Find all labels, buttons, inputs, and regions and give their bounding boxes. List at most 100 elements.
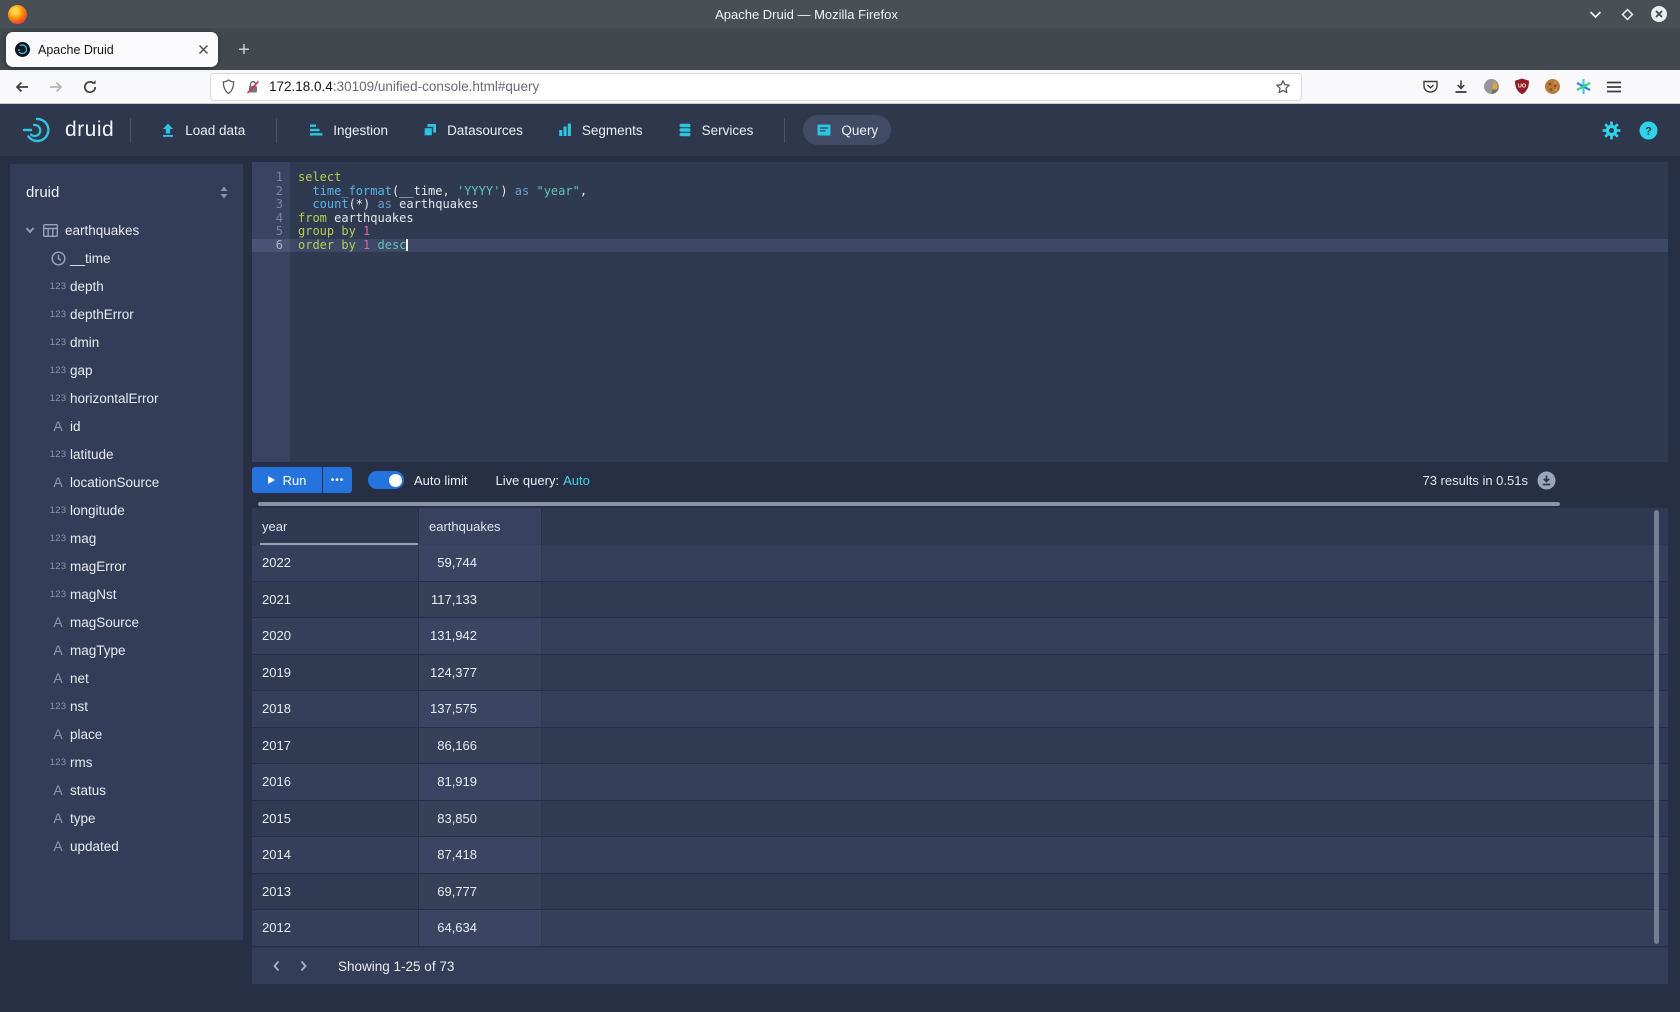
column-item-id[interactable]: Aid — [10, 412, 243, 440]
column-header-year[interactable]: year — [252, 508, 419, 545]
string-type-icon: A — [46, 810, 70, 826]
sql-editor[interactable]: 1select2 time_format(__time, 'YYYY') as … — [252, 162, 1668, 462]
table-cell-year[interactable]: 2016 — [252, 764, 419, 800]
nav-item-query[interactable]: Query — [803, 115, 891, 145]
tracking-protection-icon[interactable] — [221, 79, 236, 95]
column-item-depthError[interactable]: 123depthError — [10, 300, 243, 328]
browser-tab[interactable]: Apache Druid — [6, 32, 218, 67]
settings-gear-icon[interactable] — [1602, 121, 1621, 140]
menu-hamburger-icon[interactable] — [1606, 80, 1622, 94]
column-item-longitude[interactable]: 123longitude — [10, 496, 243, 524]
column-item-net[interactable]: Anet — [10, 664, 243, 692]
live-query-value[interactable]: Auto — [563, 473, 590, 488]
column-item-updated[interactable]: Aupdated — [10, 832, 243, 860]
window-close-icon[interactable] — [1650, 5, 1668, 23]
column-item-magSource[interactable]: AmagSource — [10, 608, 243, 636]
table-cell-earthquakes[interactable]: 83,850 — [419, 801, 542, 837]
druid-logo[interactable]: druid — [20, 115, 114, 145]
column-item-rms[interactable]: 123rms — [10, 748, 243, 776]
table-cell-year[interactable]: 2012 — [252, 910, 419, 946]
forward-button-icon[interactable] — [48, 79, 64, 95]
column-name: id — [70, 419, 81, 434]
table-cell-earthquakes[interactable]: 117,133 — [419, 582, 542, 618]
new-tab-button[interactable]: + — [228, 34, 260, 66]
table-cell-year[interactable]: 2015 — [252, 801, 419, 837]
nav-item-label: Ingestion — [333, 123, 388, 138]
column-item-mag[interactable]: 123mag — [10, 524, 243, 552]
privacy-badger-icon[interactable] — [1483, 78, 1500, 95]
pocket-icon[interactable] — [1422, 79, 1439, 95]
window-minimize-icon[interactable] — [1586, 5, 1604, 23]
table-cell-year[interactable]: 2014 — [252, 837, 419, 873]
table-cell-year[interactable]: 2019 — [252, 655, 419, 691]
window-maximize-icon[interactable] — [1618, 5, 1636, 23]
column-item-depth[interactable]: 123depth — [10, 272, 243, 300]
table-cell-earthquakes[interactable]: 137,575 — [419, 691, 542, 727]
table-cell-earthquakes[interactable]: 124,377 — [419, 655, 542, 691]
sort-double-caret-icon[interactable] — [217, 185, 231, 200]
column-item-__time[interactable]: __time — [10, 244, 243, 272]
table-cell-earthquakes[interactable]: 69,777 — [419, 874, 542, 910]
string-type-icon: A — [46, 782, 70, 798]
cookie-extension-icon[interactable] — [1544, 78, 1561, 95]
back-button-icon[interactable] — [14, 79, 30, 95]
table-cell-earthquakes[interactable]: 86,166 — [419, 728, 542, 764]
table-cell-year[interactable]: 2013 — [252, 874, 419, 910]
previous-page-icon[interactable] — [264, 953, 290, 979]
column-item-horizontalError[interactable]: 123horizontalError — [10, 384, 243, 412]
help-icon[interactable]: ? — [1639, 121, 1658, 140]
nav-item-load-data[interactable]: Load data — [147, 115, 258, 145]
column-item-gap[interactable]: 123gap — [10, 356, 243, 384]
nav-item-ingestion[interactable]: Ingestion — [295, 115, 401, 145]
column-item-dmin[interactable]: 123dmin — [10, 328, 243, 356]
nav-item-services[interactable]: Services — [664, 115, 767, 145]
table-cell-earthquakes[interactable]: 87,418 — [419, 837, 542, 873]
nav-item-datasources[interactable]: Datasources — [409, 115, 536, 145]
results-horizontal-scrollbar[interactable] — [252, 501, 1668, 508]
column-item-status[interactable]: Astatus — [10, 776, 243, 804]
ublock-origin-icon[interactable]: UO — [1514, 78, 1530, 95]
results-vertical-scrollbar[interactable] — [1654, 510, 1659, 944]
column-item-magError[interactable]: 123magError — [10, 552, 243, 580]
column-item-magNst[interactable]: 123magNst — [10, 580, 243, 608]
nav-item-segments[interactable]: Segments — [544, 115, 656, 145]
app-header: druid Load data Ingestion Datasources Segme… — [0, 104, 1680, 156]
editor-line: 4from earthquakes — [252, 212, 1668, 226]
table-cell-earthquakes[interactable]: 131,942 — [419, 618, 542, 654]
url-bar[interactable]: 172.18.0.4:30109/unified-console.html#qu… — [210, 73, 1302, 101]
table-cell-year[interactable]: 2020 — [252, 618, 419, 654]
chevron-down-icon[interactable] — [24, 224, 36, 236]
next-page-icon[interactable] — [290, 953, 316, 979]
run-more-options-button[interactable]: ••• — [323, 467, 352, 493]
downloads-icon[interactable] — [1453, 79, 1469, 95]
text-cursor — [406, 239, 408, 251]
download-results-icon[interactable] — [1537, 471, 1556, 490]
live-query: Live query:Auto — [495, 473, 589, 488]
tab-close-icon[interactable] — [198, 44, 209, 55]
string-type-icon: A — [46, 418, 70, 434]
column-item-type[interactable]: Atype — [10, 804, 243, 832]
table-cell-year[interactable]: 2021 — [252, 582, 419, 618]
run-button[interactable]: Run — [252, 467, 322, 493]
editor-lines: 1select2 time_format(__time, 'YYYY') as … — [252, 162, 1668, 252]
column-item-place[interactable]: Aplace — [10, 720, 243, 748]
column-item-nst[interactable]: 123nst — [10, 692, 243, 720]
column-item-latitude[interactable]: 123latitude — [10, 440, 243, 468]
column-item-locationSource[interactable]: AlocationSource — [10, 468, 243, 496]
column-header-earthquakes[interactable]: earthquakes — [419, 508, 542, 545]
table-cell-year[interactable]: 2017 — [252, 728, 419, 764]
column-item-magType[interactable]: AmagType — [10, 636, 243, 664]
bookmark-star-icon[interactable] — [1275, 79, 1291, 95]
table-cell-earthquakes[interactable]: 81,919 — [419, 764, 542, 800]
extension-asterisk-icon[interactable] — [1575, 78, 1592, 95]
auto-limit-toggle[interactable] — [368, 471, 404, 489]
table-cell-earthquakes[interactable]: 59,744 — [419, 545, 542, 581]
reload-button-icon[interactable] — [82, 79, 98, 95]
table-cell-year[interactable]: 2022 — [252, 545, 419, 581]
column-name: status — [70, 783, 106, 798]
table-cell-year[interactable]: 2018 — [252, 691, 419, 727]
table-cell-earthquakes[interactable]: 64,634 — [419, 910, 542, 946]
tree-item-datasource[interactable]: earthquakes — [10, 216, 243, 244]
numeric-type-icon: 123 — [46, 449, 70, 460]
insecure-connection-icon[interactable] — [245, 79, 261, 95]
